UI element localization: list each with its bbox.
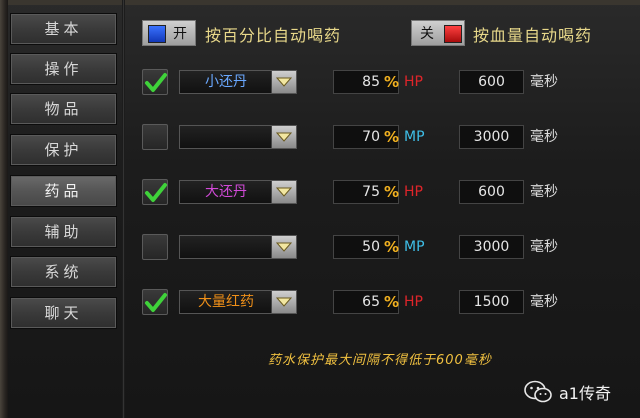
percent-mode-toggle[interactable]: 开 [142,20,196,46]
sidebar-item-system[interactable]: 系统 [10,256,117,288]
row-3-checkbox[interactable] [142,179,168,205]
row-3-percent-input[interactable]: 75 % [333,180,399,204]
potion-name: 大量红药 [180,291,272,313]
sidebar-item-protect[interactable]: 保护 [10,134,117,166]
percent-symbol: % [384,238,400,256]
potion-name [180,126,272,148]
chevron-down-icon [276,242,292,252]
sidebar-item-items[interactable]: 物品 [10,93,117,125]
chevron-down-icon [276,77,292,87]
percent-value: 85 [362,74,380,90]
sidebar-item-basic[interactable]: 基本 [10,13,117,45]
chevron-down-icon [276,187,292,197]
dropdown-button[interactable] [271,236,296,258]
row-1-interval-input[interactable]: 600 [459,70,524,94]
toggle-state-label: 开 [173,26,187,42]
row-2-ms-label: 毫秒 [530,129,558,145]
row-5-stat-unit: HP [404,294,423,310]
watermark: a1传奇 [523,378,611,406]
dropdown-button[interactable] [271,181,296,203]
row-5-ms-label: 毫秒 [530,294,558,310]
row-1-ms-label: 毫秒 [530,74,558,90]
sidebar-item-assist[interactable]: 辅助 [10,216,117,248]
percent-value: 65 [362,294,380,310]
row-3-ms-label: 毫秒 [530,184,558,200]
percent-symbol: % [384,128,400,146]
frame-top [0,0,640,5]
potion-name: 小还丹 [180,71,272,93]
interval-note: 药水保护最大间隔不得低于600毫秒 [268,353,492,368]
row-2-stat-unit: MP [404,129,425,145]
percent-symbol: % [384,183,400,201]
percent-mode-label: 按百分比自动喝药 [205,26,342,45]
dropdown-button[interactable] [271,291,296,313]
game-settings-window: 基本 操作 物品 保护 药品 辅助 系统 聊天 开 按百分比自动喝药 关 按血量… [0,0,640,418]
row-4-percent-input[interactable]: 50 % [333,235,399,259]
dropdown-button[interactable] [271,71,296,93]
row-3-stat-unit: HP [404,184,423,200]
row-3-interval-input[interactable]: 600 [459,180,524,204]
row-5-interval-input[interactable]: 1500 [459,290,524,314]
potion-name: 大还丹 [180,181,272,203]
chevron-down-icon [276,297,292,307]
row-3-potion-select[interactable]: 大还丹 [179,180,297,204]
dropdown-button[interactable] [271,126,296,148]
row-1-percent-input[interactable]: 85 % [333,70,399,94]
row-1-potion-select[interactable]: 小还丹 [179,70,297,94]
row-2-interval-input[interactable]: 3000 [459,125,524,149]
toggle-state-label: 关 [420,26,434,42]
hp-amount-mode-label: 按血量自动喝药 [473,26,593,45]
percent-symbol: % [384,73,400,91]
toggle-off-indicator [444,25,462,43]
row-2-checkbox[interactable] [142,124,168,150]
wechat-icon [524,380,552,403]
check-icon [145,73,167,92]
percent-value: 75 [362,184,380,200]
sidebar-item-operation[interactable]: 操作 [10,53,117,85]
row-5-checkbox[interactable] [142,289,168,315]
check-icon [145,183,167,202]
row-2-percent-input[interactable]: 70 % [333,125,399,149]
sidebar-item-medicine[interactable]: 药品 [10,175,117,207]
row-2-potion-select[interactable] [179,125,297,149]
row-4-ms-label: 毫秒 [530,239,558,255]
check-icon [145,293,167,312]
row-4-interval-input[interactable]: 3000 [459,235,524,259]
row-4-stat-unit: MP [404,239,425,255]
frame-left [0,0,8,418]
sidebar-item-chat[interactable]: 聊天 [10,297,117,329]
row-5-potion-select[interactable]: 大量红药 [179,290,297,314]
row-4-checkbox[interactable] [142,234,168,260]
row-1-checkbox[interactable] [142,69,168,95]
panel-divider [122,0,125,418]
watermark-text: a1传奇 [559,384,611,403]
row-5-percent-input[interactable]: 65 % [333,290,399,314]
percent-symbol: % [384,293,400,311]
percent-value: 50 [362,239,380,255]
toggle-on-indicator [148,25,166,43]
row-4-potion-select[interactable] [179,235,297,259]
percent-value: 70 [362,129,380,145]
potion-name [180,236,272,258]
chevron-down-icon [276,132,292,142]
hp-amount-mode-toggle[interactable]: 关 [411,20,465,46]
row-1-stat-unit: HP [404,74,423,90]
